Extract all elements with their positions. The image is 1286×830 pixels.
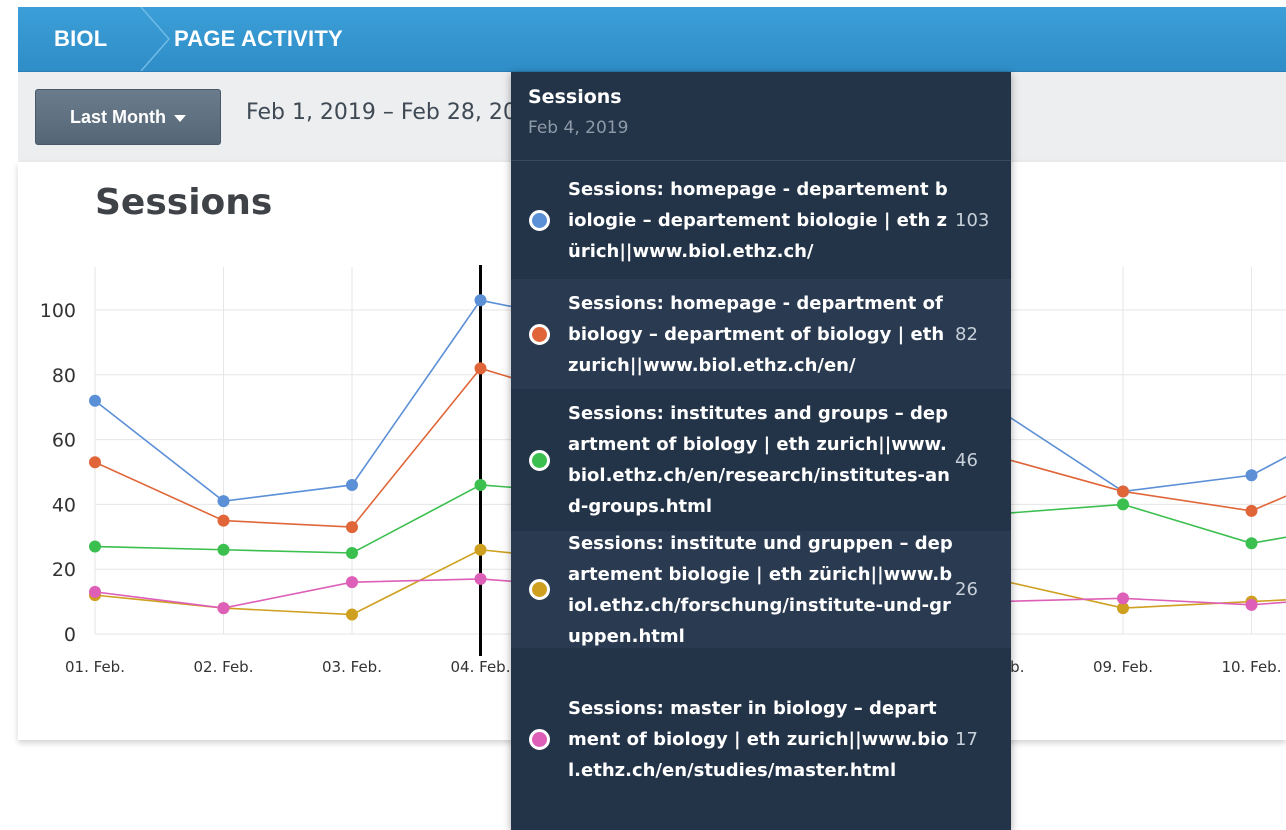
tooltip-row-value: 103: [955, 209, 990, 231]
series-dot-icon: [529, 323, 550, 345]
data-point: [89, 540, 101, 553]
data-point: [346, 608, 358, 621]
y-tick-label: 100: [40, 300, 76, 322]
breadcrumb-root[interactable]: BIOL: [54, 7, 107, 71]
tooltip-row-label: Sessions: institute und gruppen – depart…: [568, 532, 953, 647]
tooltip-row: Sessions: homepage - department of biolo…: [511, 279, 1011, 389]
caret-down-icon: [174, 114, 186, 122]
data-point: [217, 495, 230, 508]
x-tick-label: 04. Feb.: [451, 658, 511, 676]
data-point: [346, 521, 358, 534]
data-point: [1245, 469, 1258, 482]
y-tick-label: 80: [52, 365, 76, 387]
tooltip-row-value: 82: [955, 323, 978, 345]
data-point: [89, 456, 101, 469]
tooltip-title: Sessions: [528, 86, 622, 108]
data-point: [1117, 592, 1129, 605]
x-tick-label: 09. Feb.: [1093, 658, 1153, 676]
data-point: [217, 514, 230, 527]
data-point: [1245, 537, 1258, 550]
tooltip-row-label: Sessions: master in biology – department…: [568, 697, 949, 781]
tooltip-row: Sessions: institute und gruppen – depart…: [511, 531, 1011, 648]
data-point: [346, 576, 358, 589]
range-dropdown-button[interactable]: Last Month: [35, 89, 221, 145]
data-point: [474, 543, 487, 556]
series-dot-icon: [529, 579, 550, 600]
x-tick-label: 02. Feb.: [194, 658, 254, 676]
breadcrumb-bar: BIOL PAGE ACTIVITY: [18, 7, 1286, 72]
breadcrumb-current[interactable]: PAGE ACTIVITY: [174, 7, 343, 71]
data-point: [89, 585, 101, 598]
data-point: [1117, 485, 1129, 498]
chart-tooltip: Sessions Feb 4, 2019 Sessions: homepage …: [511, 72, 1011, 830]
data-point: [474, 478, 487, 491]
tooltip-row-value: 46: [955, 449, 978, 471]
data-point: [217, 602, 230, 615]
data-point: [346, 547, 358, 559]
tooltip-row-label: Sessions: homepage - departement biologi…: [568, 178, 948, 262]
tooltip-header: Sessions Feb 4, 2019: [511, 72, 1011, 161]
x-tick-label: 03. Feb.: [322, 658, 382, 676]
tooltip-row-label: Sessions: homepage - department of biolo…: [568, 292, 945, 376]
tooltip-date: Feb 4, 2019: [528, 118, 629, 138]
tooltip-row: Sessions: institutes and groups – depart…: [511, 389, 1011, 531]
y-tick-label: 40: [52, 494, 76, 516]
data-point: [89, 394, 101, 407]
tooltip-row: Sessions: master in biology – department…: [511, 648, 1011, 830]
tooltip-row-value: 26: [955, 579, 978, 600]
data-point: [474, 294, 487, 307]
x-tick-label: 10. Feb.: [1222, 658, 1282, 676]
tooltip-row-value: 17: [955, 728, 978, 750]
data-point: [474, 572, 487, 585]
breadcrumb-separator-icon: [140, 7, 170, 71]
range-button-label: Last Month: [70, 106, 166, 127]
series-dot-icon: [529, 209, 550, 231]
tooltip-row-label: Sessions: institutes and groups – depart…: [568, 403, 950, 517]
data-point: [1117, 498, 1129, 511]
data-point: [1245, 598, 1258, 611]
y-tick-label: 60: [52, 430, 76, 452]
y-tick-label: 0: [64, 624, 76, 646]
data-point: [1245, 504, 1258, 517]
x-tick-label: 01. Feb.: [65, 658, 125, 676]
tooltip-row: Sessions: homepage - departement biologi…: [511, 161, 1011, 279]
date-range-text: Feb 1, 2019 – Feb 28, 2019: [246, 100, 545, 125]
data-point: [474, 362, 487, 375]
data-point: [217, 543, 230, 556]
series-dot-icon: [529, 728, 550, 750]
data-point: [346, 478, 358, 491]
y-tick-label: 20: [52, 559, 76, 581]
series-dot-icon: [529, 449, 550, 471]
